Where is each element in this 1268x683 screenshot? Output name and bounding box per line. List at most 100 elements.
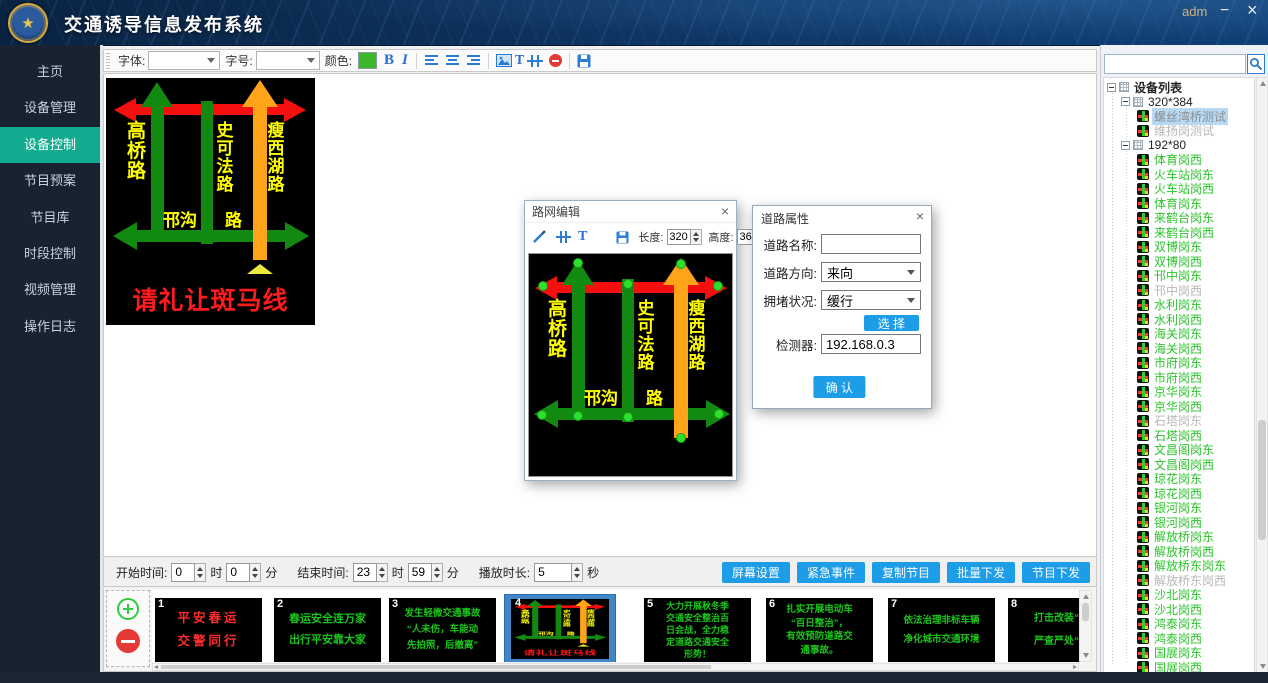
draw-road-icon[interactable] [532,230,546,244]
sidebar-item[interactable]: 节目预案 [0,163,100,199]
collapse-expander-icon[interactable] [1107,83,1116,92]
start-hour-input[interactable] [171,563,195,582]
control-point[interactable] [573,411,583,421]
font-select[interactable] [148,51,220,70]
dialog-titlebar[interactable]: 路网编辑 × [525,201,736,222]
vertical-scrollbar[interactable] [1256,77,1268,673]
congestion-select[interactable]: 缓行 [821,290,921,310]
road-network-sign[interactable]: 高桥路史可法路瘦西湖路邗沟路 [528,256,733,477]
road-name-input[interactable] [821,234,921,254]
emergency-event-button[interactable]: 紧急事件 [797,562,865,583]
tree-root[interactable]: 设备列表 [1104,80,1254,95]
add-program-button[interactable] [117,598,139,620]
control-point[interactable] [713,281,723,291]
collapse-expander-icon[interactable] [1121,141,1130,150]
remove-program-button[interactable] [116,629,140,653]
sidebar-item[interactable]: 节目库 [0,200,100,236]
traffic-light-icon [1137,545,1149,557]
road-network-canvas[interactable]: 高桥路史可法路瘦西湖路邗沟路 [528,253,733,477]
playlist-item[interactable]: 5大力开展秋冬季交通安全整治百日会战，全力稳定道路交通安全形势！ [644,598,751,662]
align-center-icon[interactable] [445,54,460,67]
tree-device-item[interactable]: 维扬岗测试 [1104,124,1254,139]
align-right-icon[interactable] [466,54,481,67]
scrollbar-thumb[interactable] [161,665,711,669]
sidebar-item[interactable]: 时段控制 [0,236,100,272]
search-button[interactable] [1247,54,1265,74]
spinner-buttons[interactable] [572,563,583,582]
sidebar-item[interactable]: 视频管理 [0,272,100,308]
delete-icon[interactable] [549,54,562,67]
batch-send-button[interactable]: 批量下发 [947,562,1015,583]
control-point[interactable] [573,258,583,268]
italic-button[interactable]: I [402,52,408,69]
color-swatch[interactable] [358,52,377,69]
traffic-light-icon [1137,212,1149,224]
playlist-item-selected[interactable]: 高桥路史可法路瘦西湖路邗沟路请礼让斑马线4 [504,594,616,662]
control-point[interactable] [623,279,633,289]
traffic-light-icon [1137,328,1149,340]
text-tool-icon[interactable]: T [515,53,524,69]
program-send-button[interactable]: 节目下发 [1022,562,1090,583]
duration-input[interactable] [534,563,572,582]
middle-road-bar [201,101,213,244]
traffic-light-icon [1137,168,1149,180]
control-point[interactable] [676,259,686,269]
spinner-buttons[interactable] [432,563,443,582]
copy-program-button[interactable]: 复制节目 [872,562,940,583]
toolbar-drag-handle[interactable] [106,52,110,69]
spinner-buttons[interactable] [691,229,702,245]
control-point[interactable] [714,409,724,419]
save-icon[interactable] [577,54,591,68]
scrollbar-thumb[interactable] [1258,420,1266,540]
playlist-item[interactable]: 6扎实开展电动车“百日整治”，有效预防道路交通事故。 [766,598,873,662]
collapse-expander-icon[interactable] [1121,97,1130,106]
bold-button[interactable]: B [384,52,394,69]
road-direction-select[interactable]: 来向 [821,262,921,282]
confirm-button[interactable]: 确 认 [813,376,865,398]
control-point[interactable] [538,281,548,291]
scrollbar-thumb[interactable] [1082,603,1089,621]
spinner-buttons[interactable] [377,563,388,582]
close-icon[interactable]: × [916,209,924,223]
playlist-item[interactable]: 7依法治理非标车辆净化城市交通环境 [888,598,995,662]
device-search-input[interactable] [1104,54,1246,74]
control-point[interactable] [623,412,633,422]
end-hour-input[interactable] [353,563,377,582]
text-tool-icon[interactable]: T [578,229,587,245]
traffic-light-icon [1137,589,1149,601]
road-network-icon[interactable] [556,230,571,244]
spinner-buttons[interactable] [250,563,261,582]
detector-input[interactable] [821,334,921,354]
horizontal-scrollbar[interactable] [152,663,1079,671]
font-size-select[interactable] [256,51,320,70]
minimize-icon[interactable]: − [1220,1,1229,21]
length-input[interactable] [667,229,691,245]
road-network-icon[interactable] [527,54,543,68]
sidebar-item[interactable]: 设备控制 [0,127,100,163]
control-point[interactable] [537,410,547,420]
vertical-scrollbar[interactable] [1079,590,1092,662]
close-icon[interactable]: × [721,204,729,218]
align-left-icon[interactable] [424,54,439,67]
select-button[interactable]: 选 择 [864,315,919,331]
playlist-item[interactable]: 8打击改装“灯严查严处“机 [1008,598,1079,662]
sidebar-item[interactable]: 设备管理 [0,90,100,126]
dialog-titlebar[interactable]: 道路属性 × [753,206,931,230]
playlist-item[interactable]: 1平安春运交警同行 [155,598,262,662]
traffic-light-icon [1137,313,1149,325]
screen-settings-button[interactable]: 屏幕设置 [722,562,790,583]
save-icon[interactable] [616,231,629,244]
spinner-buttons[interactable] [195,563,206,582]
start-minute-input[interactable] [226,563,250,582]
playlist-item[interactable]: 3发生轻微交通事故“人未伤，车能动先拍照，后撤离” [389,598,496,662]
insert-image-icon[interactable] [496,54,512,67]
sidebar-item[interactable]: 主页 [0,54,100,90]
close-icon[interactable]: × [1247,0,1258,20]
traffic-light-icon [1137,487,1149,499]
traffic-light-icon [1137,110,1149,122]
traffic-sign-preview[interactable]: 高桥路史可法路瘦西湖路邗沟路请礼让斑马线 [106,78,315,325]
control-point[interactable] [676,433,686,443]
end-minute-input[interactable] [408,563,432,582]
sidebar-item[interactable]: 操作日志 [0,309,100,345]
playlist-item[interactable]: 2春运安全连万家出行平安靠大家 [274,598,381,662]
